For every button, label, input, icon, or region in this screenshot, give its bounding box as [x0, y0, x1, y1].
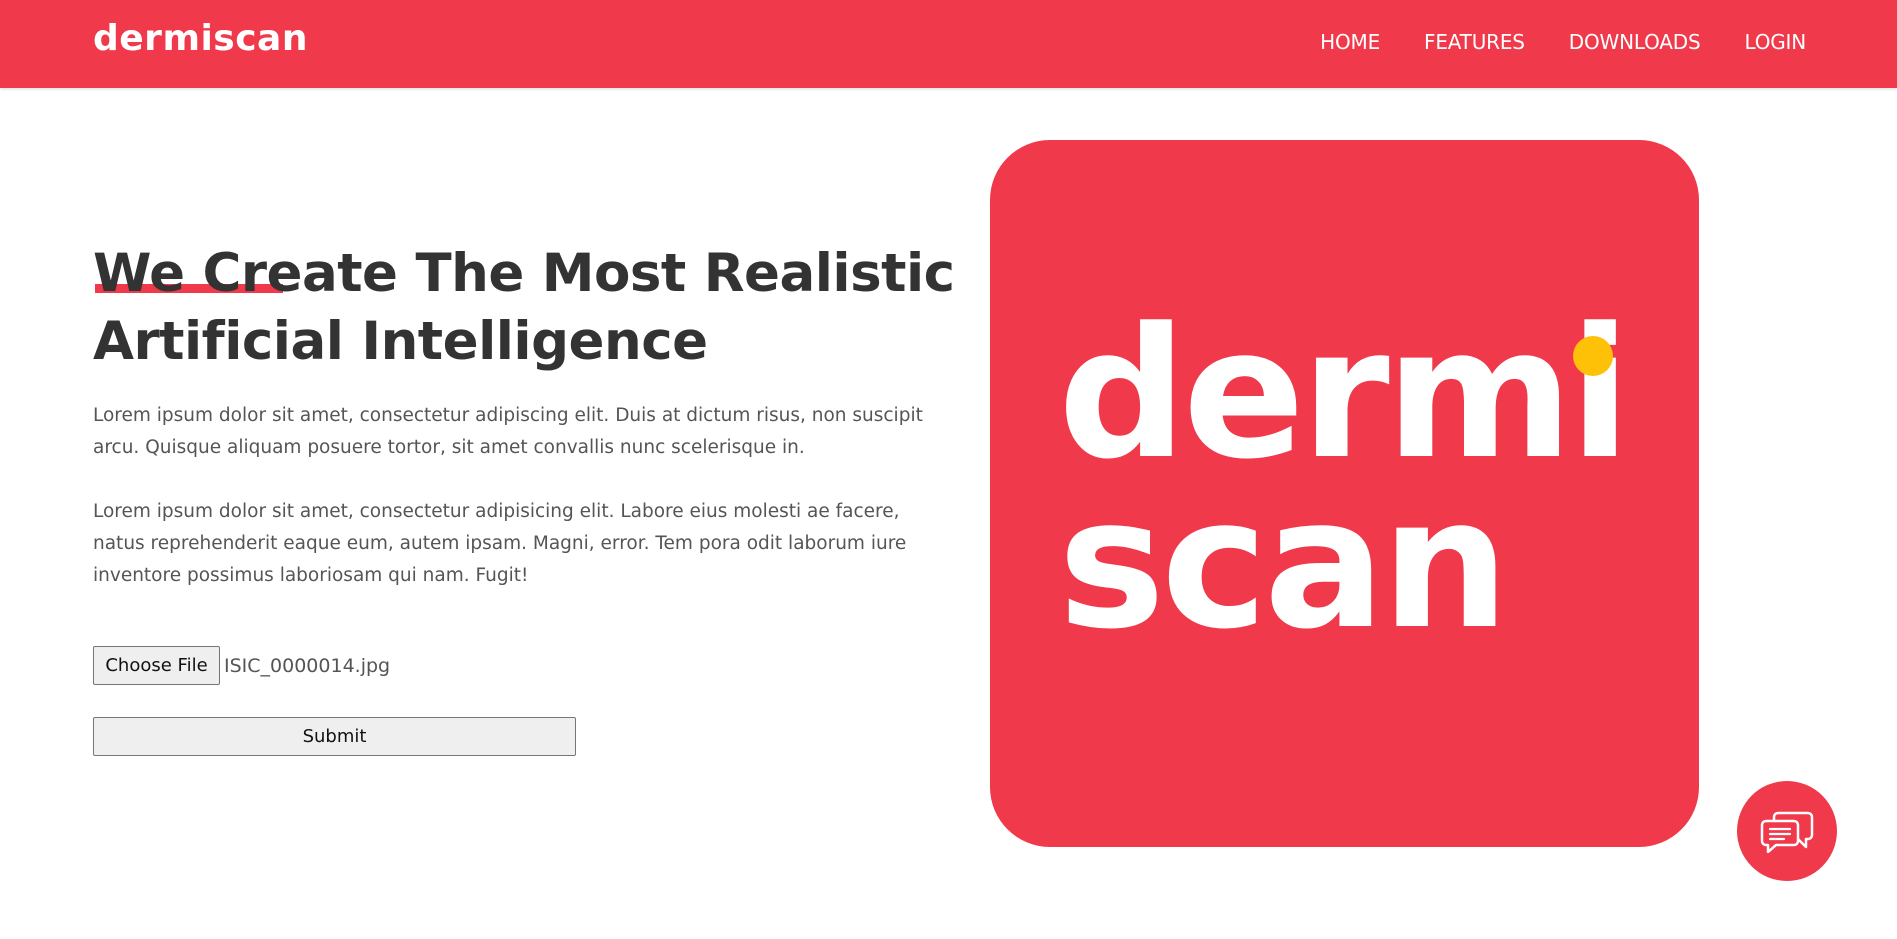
nav-downloads-link[interactable]: DOWNLOADS — [1569, 30, 1701, 54]
choose-file-button[interactable]: Choose File — [93, 646, 220, 685]
chat-bubbles-icon — [1760, 811, 1814, 853]
nav-home-link[interactable]: HOME — [1320, 30, 1380, 54]
nav-login-link[interactable]: LOGIN — [1744, 30, 1806, 54]
logo-text-line-1: dermi — [1058, 290, 1631, 499]
hero-paragraph-2: Lorem ipsum dolor sit amet, consectetur … — [93, 501, 907, 586]
submit-button[interactable]: Submit — [93, 717, 576, 756]
dermiscan-logo-image: dermi scan — [990, 140, 1699, 847]
hero-headline: We Create The Most Realistic Artificial … — [93, 240, 955, 376]
selected-file-name: ISIC_0000014.jpg — [224, 654, 391, 677]
chat-widget-button[interactable] — [1737, 781, 1837, 881]
logo-yellow-dot — [1573, 336, 1613, 376]
top-navbar: dermiscan HOME FEATURES DOWNLOADS LOGIN — [0, 0, 1897, 88]
logo-text-line-2: scan — [1058, 460, 1509, 669]
brand-logo-link[interactable]: dermiscan — [93, 18, 308, 59]
file-upload-row: Choose File ISIC_0000014.jpg — [93, 646, 390, 685]
nav-features-link[interactable]: FEATURES — [1424, 30, 1525, 54]
hero-paragraph-1: Lorem ipsum dolor sit amet, consectetur … — [93, 405, 923, 458]
main-nav: HOME FEATURES DOWNLOADS LOGIN — [1320, 30, 1806, 54]
hero-section: We Create The Most Realistic Artificial … — [93, 240, 955, 592]
headline-line-1: We Create The Most Realistic — [93, 243, 955, 304]
headline-line-2: Artificial Intelligence — [93, 311, 708, 372]
